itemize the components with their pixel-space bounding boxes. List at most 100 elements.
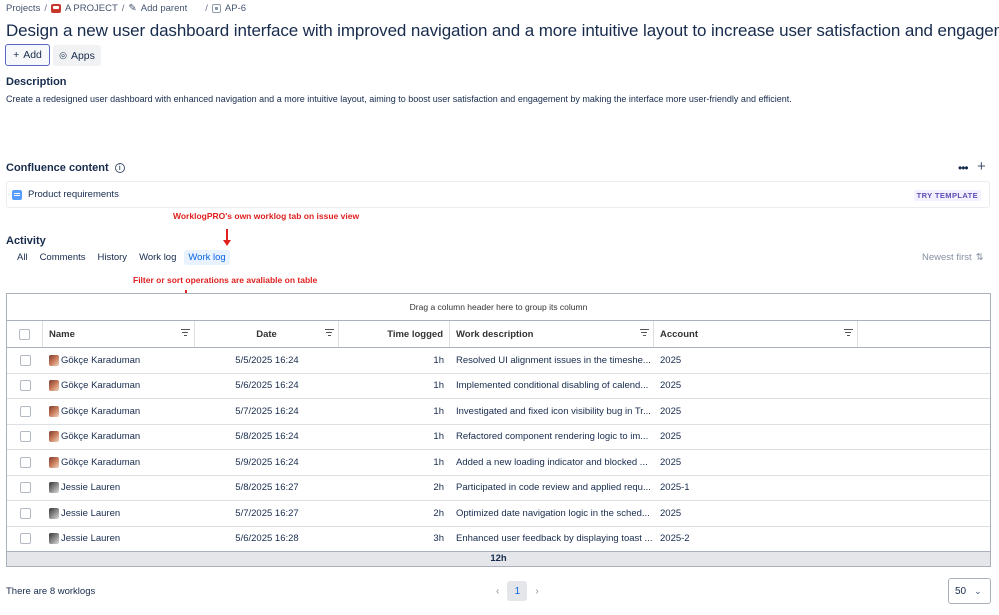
cell-account: 2025-1	[660, 482, 690, 494]
plus-icon: +	[13, 49, 20, 61]
cell-work-description: Implemented conditional disabling of cal…	[456, 380, 649, 392]
breadcrumb-separator: /	[121, 2, 125, 14]
breadcrumb-projects[interactable]: Projects	[6, 3, 40, 14]
breadcrumb-issue[interactable]: AP-6	[211, 2, 247, 14]
chevron-left-icon[interactable]: ‹	[496, 586, 499, 597]
issue-type-icon	[211, 3, 221, 13]
cell-name: Gökçe Karaduman	[61, 431, 141, 443]
column-label-name: Name	[49, 328, 75, 340]
annotation-arrow-icon	[223, 229, 231, 246]
row-checkbox[interactable]	[19, 507, 31, 519]
cell-account: 2025	[660, 405, 682, 417]
cell-account: 2025	[660, 354, 682, 366]
add-button[interactable]: + Add	[5, 44, 50, 66]
add-parent-link[interactable]: ✎ Add parent	[128, 3, 187, 14]
avatar	[49, 431, 59, 443]
add-button-label: Add	[23, 49, 42, 61]
cell-work-description: Participated in code review and applied …	[456, 482, 651, 494]
tab-history[interactable]: History	[94, 250, 132, 265]
cell-date: 5/6/2025 16:28	[235, 533, 299, 545]
confluence-page-icon	[12, 189, 22, 200]
group-by-panel[interactable]: Drag a column header here to group its c…	[7, 294, 990, 321]
table-row[interactable]: Jessie Lauren 5/6/2025 16:28 3h Enhanced…	[7, 527, 990, 552]
column-label-date: Date	[256, 328, 277, 340]
column-header-name[interactable]: Name	[43, 321, 195, 347]
filter-icon[interactable]	[180, 327, 190, 337]
pencil-icon: ✎	[128, 2, 137, 14]
row-checkbox[interactable]	[19, 380, 31, 392]
activity-tabs: All Comments History Work log Work log	[13, 250, 230, 265]
info-icon[interactable]: i	[114, 163, 125, 173]
table-row[interactable]: Gökçe Karaduman 5/9/2025 16:24 1h Added …	[7, 450, 990, 476]
cell-name: Jessie Lauren	[61, 507, 121, 519]
column-header-date[interactable]: Date	[195, 321, 339, 347]
chevron-down-icon: ⌄	[974, 585, 982, 596]
avatar	[49, 507, 59, 519]
page-size-value: 50	[955, 585, 967, 597]
avatar	[49, 456, 59, 468]
table-row[interactable]: Gökçe Karaduman 5/5/2025 16:24 1h Resolv…	[7, 348, 990, 374]
cell-name: Gökçe Karaduman	[61, 405, 141, 417]
row-checkbox[interactable]	[19, 354, 31, 366]
table-row[interactable]: Jessie Lauren 5/8/2025 16:27 2h Particip…	[7, 476, 990, 501]
page-button-current[interactable]: 1	[507, 581, 528, 601]
avatar	[49, 380, 59, 392]
issue-key: AP-6	[224, 2, 247, 14]
total-time-logged: 12h	[7, 551, 990, 566]
chevron-right-icon[interactable]: ›	[535, 586, 538, 597]
avatar	[49, 354, 59, 366]
issue-title[interactable]: Design a new user dashboard interface wi…	[6, 21, 999, 41]
tab-worklogpro-work-log[interactable]: Work log	[184, 250, 230, 265]
page-size-select[interactable]: 50 ⌄	[948, 578, 991, 604]
try-template-button[interactable]: TRY TEMPLATE	[913, 190, 981, 201]
row-checkbox[interactable]	[19, 482, 31, 494]
cell-work-description: Resolved UI alignment issues in the time…	[456, 354, 651, 366]
select-all-checkbox[interactable]	[19, 328, 30, 340]
cell-time-logged: 2h	[433, 482, 444, 494]
confluence-heading-label: Confluence content	[6, 162, 109, 174]
row-checkbox[interactable]	[19, 405, 31, 417]
cell-name: Gökçe Karaduman	[61, 456, 141, 468]
row-checkbox[interactable]	[19, 533, 31, 545]
table-row[interactable]: Gökçe Karaduman 5/7/2025 16:24 1h Invest…	[7, 399, 990, 425]
cell-time-logged: 1h	[433, 405, 444, 417]
avatar	[49, 533, 59, 545]
table-row[interactable]: Jessie Lauren 5/7/2025 16:27 2h Optimize…	[7, 501, 990, 527]
row-checkbox[interactable]	[19, 431, 31, 443]
confluence-item[interactable]: Product requirements TRY TEMPLATE	[6, 181, 990, 208]
description-heading: Description	[6, 76, 67, 88]
column-label-account: Account	[660, 328, 698, 340]
avatar	[49, 482, 59, 494]
filter-icon[interactable]	[639, 327, 649, 337]
worklog-tab-annotation: WorklogPRO's own worklog tab on issue vi…	[173, 211, 360, 221]
filter-icon[interactable]	[843, 327, 853, 337]
breadcrumb-project[interactable]: A PROJECT	[50, 3, 118, 14]
tab-work-log[interactable]: Work log	[135, 250, 180, 265]
column-header-work-description[interactable]: Work description	[450, 321, 654, 347]
description-text[interactable]: Create a redesigned user dashboard with …	[6, 94, 792, 104]
table-body: Gökçe Karaduman 5/5/2025 16:24 1h Resolv…	[7, 348, 990, 552]
tab-all[interactable]: All	[13, 250, 32, 265]
sort-icon: ⇅	[975, 252, 984, 263]
table-row[interactable]: Gökçe Karaduman 5/6/2025 16:24 1h Implem…	[7, 374, 990, 399]
cell-work-description: Enhanced user feedback by displaying toa…	[456, 533, 653, 545]
row-checkbox[interactable]	[19, 456, 31, 468]
filter-sort-annotation: Filter or sort operations are avaliable …	[133, 275, 318, 285]
table-row[interactable]: Gökçe Karaduman 5/8/2025 16:24 1h Refact…	[7, 425, 990, 450]
tab-comments[interactable]: Comments	[36, 250, 90, 265]
column-header-account[interactable]: Account	[654, 321, 858, 347]
more-options-icon[interactable]: •••	[958, 161, 969, 175]
activity-heading: Activity	[6, 235, 46, 247]
apps-button[interactable]: ◎ Apps	[53, 45, 101, 66]
sort-order-button[interactable]: Newest first ⇅	[922, 252, 984, 263]
add-confluence-icon[interactable]: +	[977, 158, 986, 175]
add-parent-label: Add parent	[140, 2, 188, 14]
apps-button-label: Apps	[70, 49, 95, 62]
cell-date: 5/6/2025 16:24	[235, 380, 299, 392]
cell-date: 5/8/2025 16:27	[235, 482, 299, 494]
pagination: ‹ 1 ›	[496, 581, 539, 601]
filter-icon[interactable]	[324, 327, 334, 337]
cell-name: Jessie Lauren	[61, 482, 121, 494]
cell-date: 5/8/2025 16:24	[235, 431, 299, 443]
column-header-time-logged[interactable]: Time logged	[339, 321, 450, 347]
